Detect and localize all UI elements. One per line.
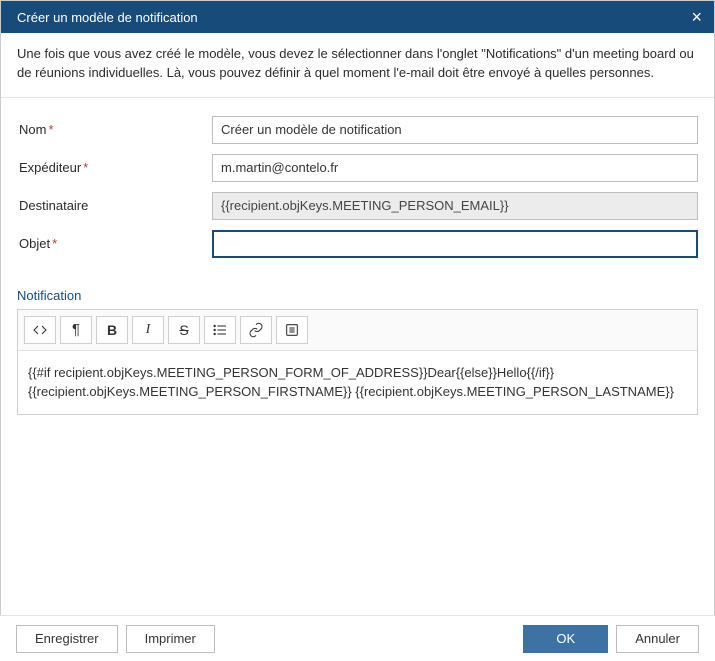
list-button[interactable]	[204, 316, 236, 344]
titlebar: Créer un modèle de notification ×	[1, 1, 714, 33]
editor-line-1: {{#if recipient.objKeys.MEETING_PERSON_F…	[28, 363, 687, 383]
block-button[interactable]	[276, 316, 308, 344]
label-name-text: Nom	[19, 122, 46, 137]
italic-button[interactable]: I	[132, 316, 164, 344]
strike-button[interactable]: S	[168, 316, 200, 344]
row-name: Nom*	[17, 116, 698, 144]
dialog-title: Créer un modèle de notification	[17, 10, 198, 25]
label-subject-text: Objet	[19, 236, 50, 251]
bold-button[interactable]: B	[96, 316, 128, 344]
row-sender: Expéditeur*	[17, 154, 698, 182]
subject-input[interactable]	[212, 230, 698, 258]
label-sender: Expéditeur*	[17, 160, 212, 175]
label-name: Nom*	[17, 122, 212, 137]
dialog-footer: Enregistrer Imprimer OK Annuler	[0, 615, 715, 661]
close-icon[interactable]: ×	[691, 8, 702, 26]
dialog-description: Une fois que vous avez créé le modèle, v…	[1, 33, 714, 98]
recipient-input	[212, 192, 698, 220]
code-icon	[32, 322, 48, 338]
code-view-button[interactable]	[24, 316, 56, 344]
row-recipient: Destinataire	[17, 192, 698, 220]
block-icon	[284, 322, 300, 338]
editor: ¶ B I S {{#if recipient.objKeys.MEETING_…	[17, 309, 698, 415]
required-marker: *	[52, 236, 57, 251]
editor-toolbar: ¶ B I S	[18, 310, 697, 351]
save-button[interactable]: Enregistrer	[16, 625, 118, 653]
label-recipient: Destinataire	[17, 198, 212, 213]
editor-body[interactable]: {{#if recipient.objKeys.MEETING_PERSON_F…	[18, 351, 697, 414]
required-marker: *	[83, 160, 88, 175]
form-area: Nom* Expéditeur* Destinataire Objet*	[1, 98, 714, 280]
editor-line-2: {{recipient.objKeys.MEETING_PERSON_FIRST…	[28, 382, 687, 402]
cancel-button[interactable]: Annuler	[616, 625, 699, 653]
label-recipient-text: Destinataire	[19, 198, 88, 213]
sender-input[interactable]	[212, 154, 698, 182]
link-icon	[248, 322, 264, 338]
ok-button[interactable]: OK	[523, 625, 608, 653]
print-button[interactable]: Imprimer	[126, 625, 215, 653]
row-subject: Objet*	[17, 230, 698, 258]
name-input[interactable]	[212, 116, 698, 144]
section-notification-label: Notification	[1, 280, 714, 309]
link-button[interactable]	[240, 316, 272, 344]
required-marker: *	[48, 122, 53, 137]
label-subject: Objet*	[17, 236, 212, 251]
paragraph-button[interactable]: ¶	[60, 316, 92, 344]
label-sender-text: Expéditeur	[19, 160, 81, 175]
list-icon	[212, 322, 228, 338]
